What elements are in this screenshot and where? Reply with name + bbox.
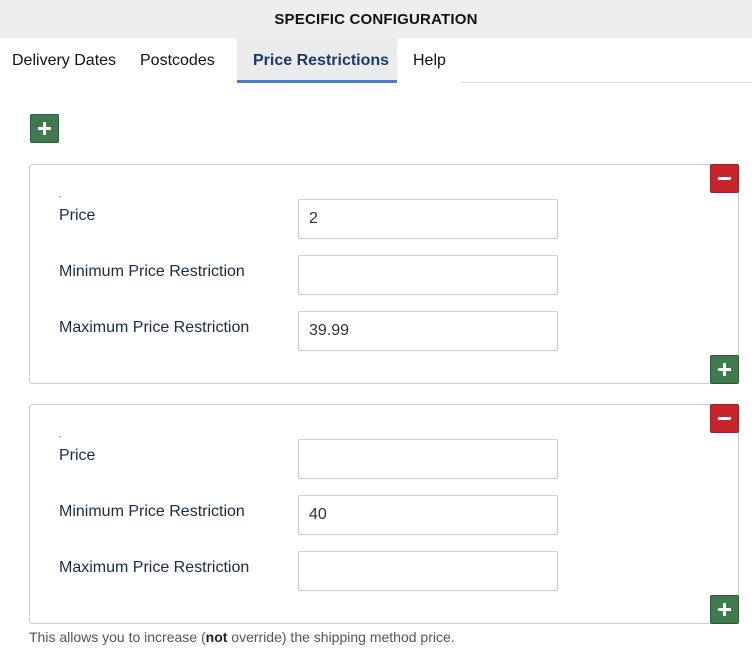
help-note: This allows you to increase (not overrid… <box>29 629 455 645</box>
price-restriction-row: Price Minimum Price Restriction Maximum … <box>29 164 739 384</box>
minus-icon <box>718 177 731 180</box>
price-label: Price <box>59 447 96 464</box>
insert-row-button[interactable] <box>710 355 739 384</box>
insert-row-button[interactable] <box>710 595 739 624</box>
min-price-input[interactable] <box>298 495 558 535</box>
min-price-label: Minimum Price Restriction <box>59 503 245 520</box>
max-price-label: Maximum Price Restriction <box>59 319 250 336</box>
row-marker <box>59 196 61 197</box>
remove-row-button[interactable] <box>710 164 739 193</box>
tab-bar: Delivery Dates Postcodes Price Restricti… <box>0 38 752 83</box>
max-price-label: Maximum Price Restriction <box>59 559 250 576</box>
tab-delivery-dates[interactable]: Delivery Dates <box>0 38 132 83</box>
tab-postcodes[interactable]: Postcodes <box>132 38 237 83</box>
help-note-text: override) the shipping method price. <box>227 629 455 645</box>
price-restriction-row: Price Minimum Price Restriction Maximum … <box>29 404 739 624</box>
remove-row-button[interactable] <box>710 404 739 433</box>
help-note-text: This allows you to increase ( <box>29 629 206 645</box>
help-note-emphasis: not <box>205 629 228 645</box>
max-price-input[interactable] <box>298 551 558 591</box>
row-marker <box>59 436 61 437</box>
price-label: Price <box>59 207 96 224</box>
max-price-input[interactable] <box>298 311 558 351</box>
minus-icon <box>718 417 731 420</box>
add-row-button[interactable] <box>30 114 59 143</box>
plus-icon <box>38 122 51 135</box>
plus-icon <box>718 603 731 616</box>
config-header: SPECIFIC CONFIGURATION <box>0 0 752 38</box>
price-input[interactable] <box>298 439 558 479</box>
plus-icon <box>718 363 731 376</box>
min-price-input[interactable] <box>298 255 558 295</box>
tab-help[interactable]: Help <box>397 38 461 83</box>
page-title: SPECIFIC CONFIGURATION <box>274 10 478 28</box>
min-price-label: Minimum Price Restriction <box>59 263 245 280</box>
tab-price-restrictions[interactable]: Price Restrictions <box>237 38 397 83</box>
price-input[interactable] <box>298 199 558 239</box>
